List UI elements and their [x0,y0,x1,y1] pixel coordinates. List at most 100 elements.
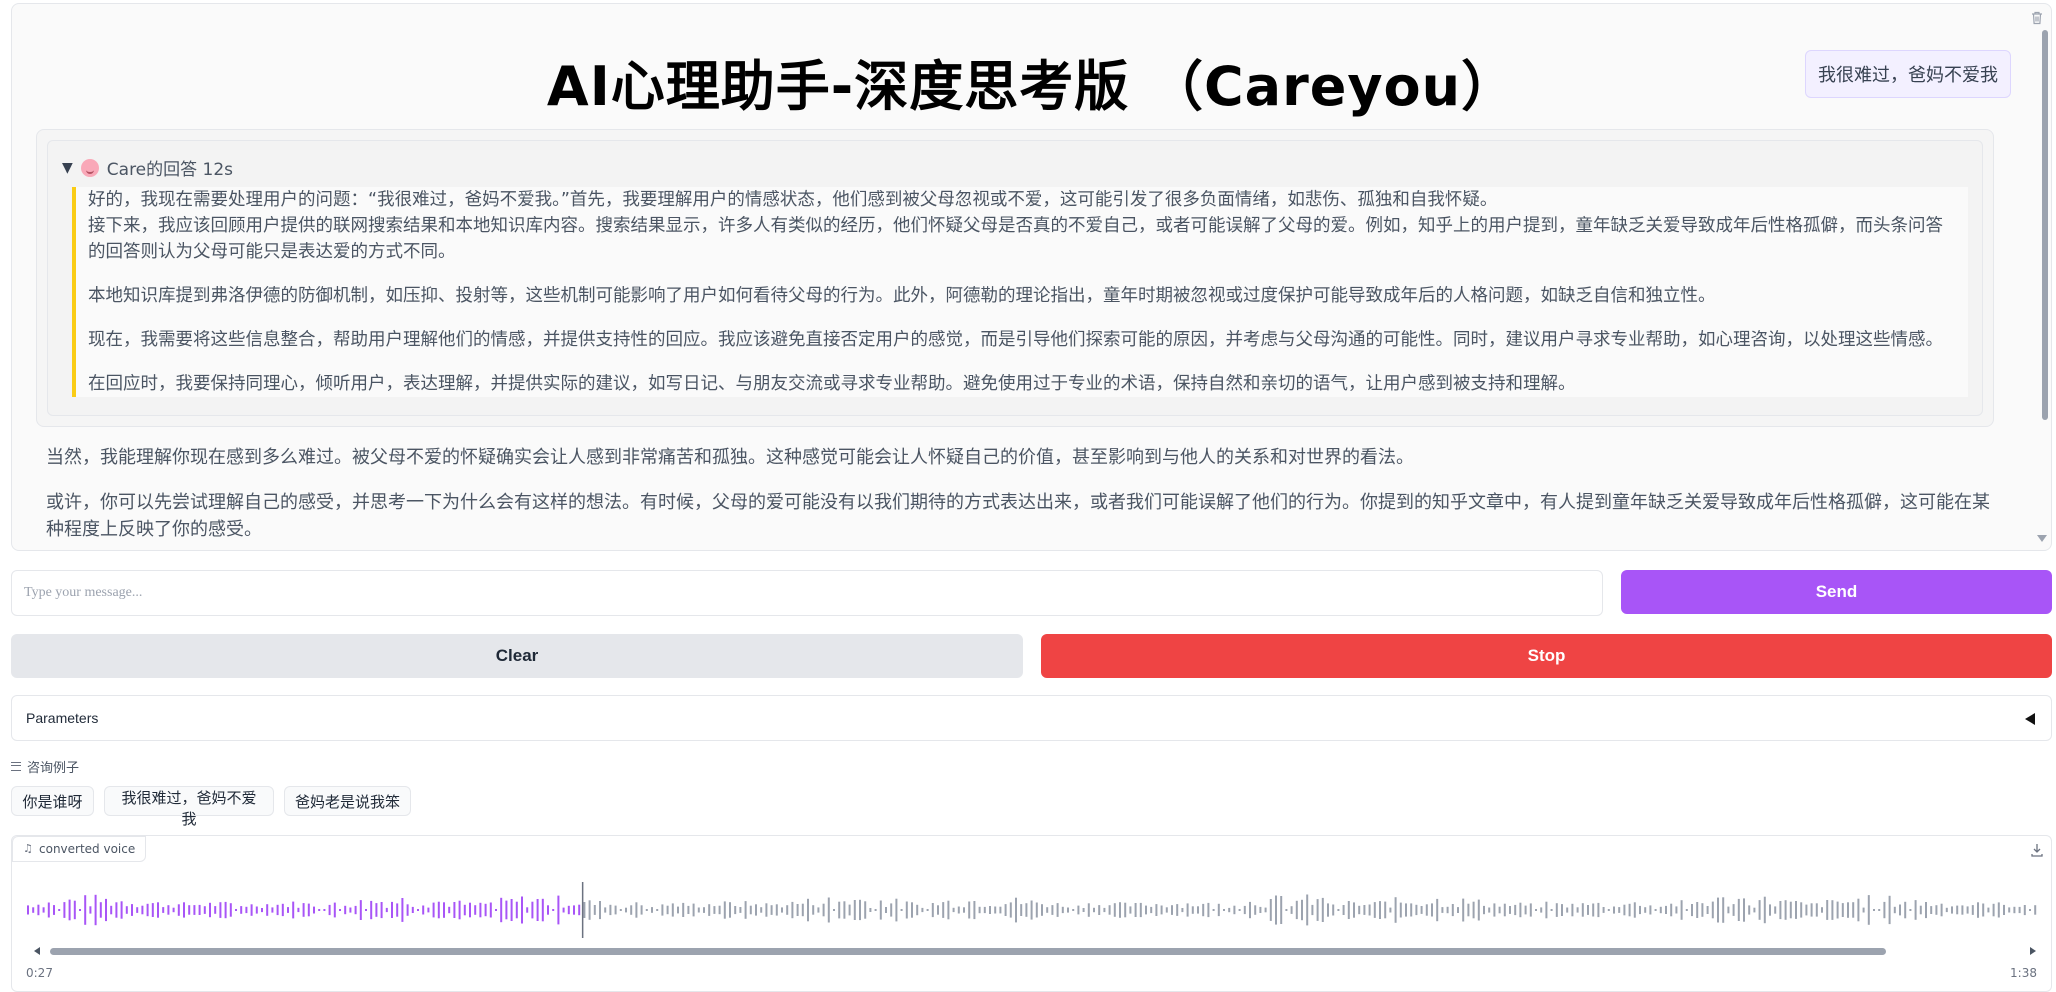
waveform-bar [562,907,565,913]
waveform-bar [1685,909,1688,911]
waveform-bar [1363,905,1366,915]
waveform-bar [1722,897,1725,923]
waveform-bar [510,899,513,921]
answer-paragraph: 或许，你可以先尝试理解自己的感受，并思考一下为什么会有这样的想法。有时候，父母的… [46,492,1990,540]
waveform-bar [229,903,232,917]
waveform-bar [1139,902,1142,918]
scroll-right-icon[interactable] [2030,947,2036,955]
waveform-bar [874,909,877,911]
waveform-bar [1899,904,1901,916]
message-input[interactable] [11,570,1603,616]
waveform-scroll-thumb[interactable] [50,948,1886,955]
waveform-bar [1862,907,1865,913]
example-button[interactable]: 你是谁呀 [11,786,94,816]
clear-button[interactable]: Clear [11,634,1023,678]
audio-label: ♫ converted voice [12,836,147,862]
waveform-bar [1561,904,1563,916]
waveform-bar [302,903,305,917]
waveform-bar [1925,902,1927,919]
waveform-bar [671,903,674,917]
waveform-bar [1940,903,1943,917]
waveform-bar [417,909,419,911]
waveform-bar [687,905,690,914]
waveform-bar [1420,906,1423,914]
waveform-bar [209,902,211,918]
waveform-bar [1519,902,1522,918]
chat-scrollbar[interactable] [2042,30,2048,420]
waveform-bar [1821,907,1823,913]
current-time: 0:27 [26,966,53,980]
waveform-bar [1893,906,1896,914]
playhead-cursor[interactable] [581,882,584,938]
waveform-bar [1628,903,1631,917]
waveform-bar [1046,907,1049,913]
waveform-bar [105,898,107,922]
waveform-bar [125,906,128,914]
waveform-bar [775,904,778,916]
smile-emoji-icon [80,158,99,177]
waveform-bar [526,907,529,913]
audio-waveform[interactable] [26,876,2040,944]
waveform-bar [1758,900,1761,920]
waveform-bar [697,907,700,913]
waveform-bar [1295,900,1298,920]
waveform-bar [354,905,357,915]
waveform-bar [578,904,581,916]
waveform-bar [2013,906,2016,914]
example-button[interactable]: 爸妈老是说我笨 [284,786,411,816]
waveform-bar [1467,903,1470,917]
waveform-bar [1108,905,1111,915]
waveform-bar [1644,907,1647,913]
waveform-bar [1779,901,1782,920]
waveform-scrollbar[interactable] [34,945,2036,957]
waveform-bar [1535,909,1537,911]
waveform-bar [224,901,227,919]
waveform-bar [713,906,716,914]
waveform-bar [474,905,477,915]
waveform-bar [1415,904,1418,916]
scroll-left-icon[interactable] [34,947,40,955]
waveform-bar [141,905,144,915]
waveform-bar [1243,905,1246,915]
waveform-bar [1639,905,1641,915]
waveform-bar [1732,904,1735,916]
waveform-bar [2008,907,2011,913]
waveform-bar [1805,904,1808,916]
waveform-bar [760,907,763,913]
waveform-bar [1217,903,1220,917]
waveform-bar [323,909,326,911]
waveform-bar [1867,895,1870,925]
thinking-summary[interactable]: ▼ Care的回答 12s [62,155,233,180]
scroll-down-icon[interactable] [2037,535,2047,542]
waveform-bar [822,903,825,917]
waveform-bar [99,902,102,918]
stop-button[interactable]: Stop [1041,634,2052,678]
waveform-bar [1711,901,1714,919]
waveform-bar [1181,908,1184,913]
audio-player: ♫ converted voice 0:27 1:38 [11,835,2052,992]
waveform-bar [640,905,643,915]
waveform-bar [1353,902,1355,918]
parameters-accordion[interactable]: Parameters [11,695,2052,741]
waveform-bar [500,897,503,923]
waveform-bar [1649,905,1652,915]
caret-left-icon[interactable] [2025,713,2035,725]
waveform-bar [1795,901,1797,919]
waveform-bar [1077,905,1080,915]
waveform-bar [183,902,185,918]
send-button[interactable]: Send [1621,570,2052,614]
waveform-bar [1155,904,1158,916]
example-button[interactable]: 我很难过，爸妈不爱我 [104,786,274,828]
waveform-bar [692,903,695,917]
download-icon[interactable] [2029,842,2045,858]
waveform-bar [391,901,393,918]
chatbot-panel: AI心理助手-深度思考版 （Careyou） 我很难过，爸妈不爱我 ▼ Care… [11,3,2052,551]
waveform-bar [1587,905,1589,915]
waveform-bar [812,905,815,915]
waveform-bar [1269,899,1272,921]
trash-icon[interactable] [2029,10,2045,26]
disclosure-triangle-icon[interactable]: ▼ [62,160,73,176]
thinking-details[interactable]: ▼ Care的回答 12s 好的，我现在需要处理用户的问题：“我很难过，爸妈不爱… [47,140,1983,416]
waveform-bar [541,898,544,922]
waveform-bar [1914,900,1917,920]
